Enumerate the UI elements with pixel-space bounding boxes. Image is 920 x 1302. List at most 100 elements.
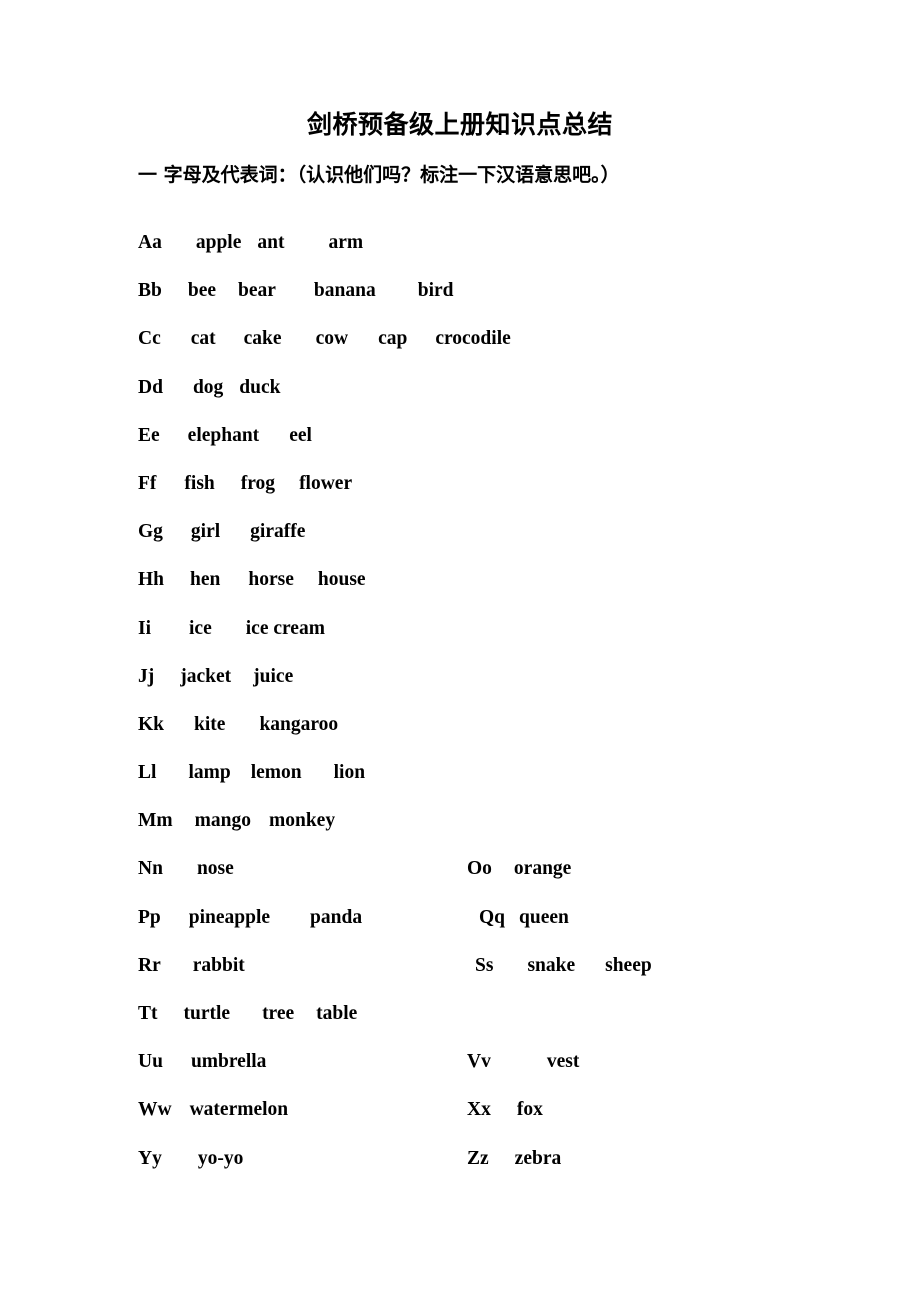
- letter-pair: Bb: [138, 280, 162, 302]
- letter-row-left-column: Yy yo-yo: [138, 1135, 243, 1183]
- letter-pair: Ff: [138, 472, 157, 494]
- vocabulary-word: cap: [378, 328, 408, 350]
- vocabulary-word: jacket: [180, 665, 232, 687]
- vocabulary-word: bird: [417, 280, 454, 302]
- letter-row-left-column: Ii ice ice cream: [138, 605, 325, 653]
- letter-row: Pp pineapple panda Qq queen: [138, 894, 898, 942]
- vocabulary-word: pineapple: [188, 906, 271, 928]
- letter-row: Nn nose Oo orange: [138, 845, 898, 893]
- vocabulary-word: orange: [513, 858, 572, 880]
- vocabulary-word: snake: [527, 954, 576, 976]
- letter-row-left-column: Mm mango monkey: [138, 797, 335, 845]
- vocabulary-word: vest: [546, 1051, 580, 1073]
- letter-row: Kk kite kangaroo: [138, 701, 898, 749]
- letter-row-left-column: Aa apple ant arm: [138, 219, 363, 267]
- vocabulary-word: hen: [190, 569, 221, 591]
- letter-row: Tt turtle tree table: [138, 990, 898, 1038]
- letter-pair: Tt: [138, 1003, 158, 1024]
- vocabulary-word: elephant: [187, 424, 260, 446]
- vocabulary-word: fox: [516, 1099, 543, 1121]
- letter-row-left-column: Nn nose: [138, 845, 234, 893]
- letter-pair: Mm: [138, 810, 173, 832]
- vocabulary-word: lemon: [250, 762, 302, 784]
- vocabulary-word: apple: [195, 232, 242, 253]
- letter-pair: Nn: [138, 858, 163, 880]
- letter-row-right-column: Vv vest: [467, 1038, 579, 1086]
- vocabulary-word: bear: [238, 280, 276, 302]
- letter-row-left-column: Pp pineapple panda: [138, 894, 362, 942]
- letter-pair: Jj: [138, 665, 155, 687]
- vocabulary-word: tree: [262, 1003, 295, 1024]
- letter-pair: Hh: [138, 569, 165, 591]
- vocabulary-word: zebra: [514, 1147, 562, 1169]
- letter-row-left-column: Rr rabbit: [138, 942, 245, 990]
- letter-row-left-column: Hh hen horse house: [138, 556, 366, 604]
- vocabulary-word: sheep: [605, 954, 652, 976]
- vocabulary-word: queen: [519, 906, 569, 928]
- letter-row: Gg girl giraffe: [138, 508, 898, 556]
- vocabulary-word: duck: [239, 376, 281, 398]
- letter-pair: Qq: [479, 906, 506, 928]
- document-page: 剑桥预备级上册知识点总结 一 字母及代表词：（认识他们吗？标注一下汉语意思吧。）…: [0, 0, 920, 1302]
- vocabulary-word: kite: [194, 713, 226, 735]
- letter-row-right-column: Ss snake sheep: [475, 942, 652, 990]
- page-title: 剑桥预备级上册知识点总结: [306, 110, 613, 139]
- vocabulary-word: giraffe: [250, 521, 306, 543]
- letter-pair: Kk: [138, 713, 165, 735]
- vocabulary-word: girl: [190, 521, 221, 543]
- letter-pair: Oo: [467, 858, 492, 880]
- vocabulary-word: fish: [184, 472, 215, 494]
- vocabulary-word: horse: [248, 569, 294, 591]
- letter-row: Jj jacket juice: [138, 653, 898, 701]
- vocabulary-word: cat: [190, 328, 216, 350]
- vocabulary-word: panda: [310, 906, 363, 928]
- vocabulary-word: turtle: [183, 1003, 231, 1024]
- vocabulary-word: eel: [289, 424, 312, 446]
- letter-row-left-column: Jj jacket juice: [138, 653, 293, 701]
- vocabulary-word: crocodile: [435, 328, 511, 350]
- letter-row-left-column: Tt turtle tree table: [138, 990, 357, 1038]
- letter-pair: Ww: [138, 1099, 172, 1121]
- letter-row-left-column: Dd dog duck: [138, 364, 281, 412]
- vocabulary-word: frog: [240, 472, 276, 494]
- vocabulary-word: table: [316, 1003, 358, 1024]
- section-heading: 一 字母及代表词：（认识他们吗？标注一下汉语意思吧。）: [138, 164, 620, 186]
- vocabulary-word: cow: [315, 328, 349, 350]
- letter-pair: Vv: [467, 1051, 491, 1073]
- vocabulary-word: house: [317, 569, 366, 591]
- vocabulary-word: dog: [192, 376, 224, 398]
- letter-row-left-column: Kk kite kangaroo: [138, 701, 338, 749]
- letter-pair: Ll: [138, 762, 157, 784]
- vocabulary-word: ant: [257, 232, 285, 253]
- alphabet-list: Aa apple ant arm Bb bee bear banana bird Cc cat cak…: [138, 219, 898, 1183]
- letter-row: Bb bee bear banana bird: [138, 267, 898, 315]
- letter-row: Mm mango monkey: [138, 797, 898, 845]
- letter-row: Ww watermelon Xx fox: [138, 1086, 898, 1134]
- vocabulary-word: flower: [299, 472, 353, 494]
- vocabulary-word: lion: [333, 762, 366, 784]
- letter-row-left-column: Cc cat cake cow cap crocodile: [138, 315, 511, 363]
- vocabulary-word: lamp: [188, 762, 231, 784]
- letter-pair: Aa: [138, 232, 162, 253]
- letter-pair: Xx: [467, 1099, 491, 1121]
- letter-row: Ff fish frog flower: [138, 460, 898, 508]
- letter-row: Hh hen horse house: [138, 556, 898, 604]
- vocabulary-word: ice cream: [245, 617, 325, 639]
- letter-pair: Gg: [138, 521, 163, 543]
- letter-row: Yy yo-yo Zz zebra: [138, 1135, 898, 1183]
- letter-row-right-column: Oo orange: [467, 845, 571, 893]
- vocabulary-word: mango: [194, 810, 251, 832]
- vocabulary-word: juice: [253, 665, 294, 687]
- letter-pair: Zz: [467, 1147, 489, 1169]
- vocabulary-word: bee: [187, 280, 217, 302]
- letter-row: Ee elephant eel: [138, 412, 898, 460]
- letter-row-left-column: Ll lamp lemon lion: [138, 749, 365, 797]
- letter-pair: Yy: [138, 1147, 162, 1169]
- letter-pair: Cc: [138, 328, 161, 350]
- letter-pair: Ss: [475, 954, 494, 976]
- letter-pair: Ii: [138, 617, 152, 639]
- letter-row-right-column: Qq queen: [479, 894, 569, 942]
- letter-pair: Ee: [138, 424, 160, 446]
- vocabulary-word: nose: [196, 858, 234, 880]
- letter-row-left-column: Bb bee bear banana bird: [138, 267, 453, 315]
